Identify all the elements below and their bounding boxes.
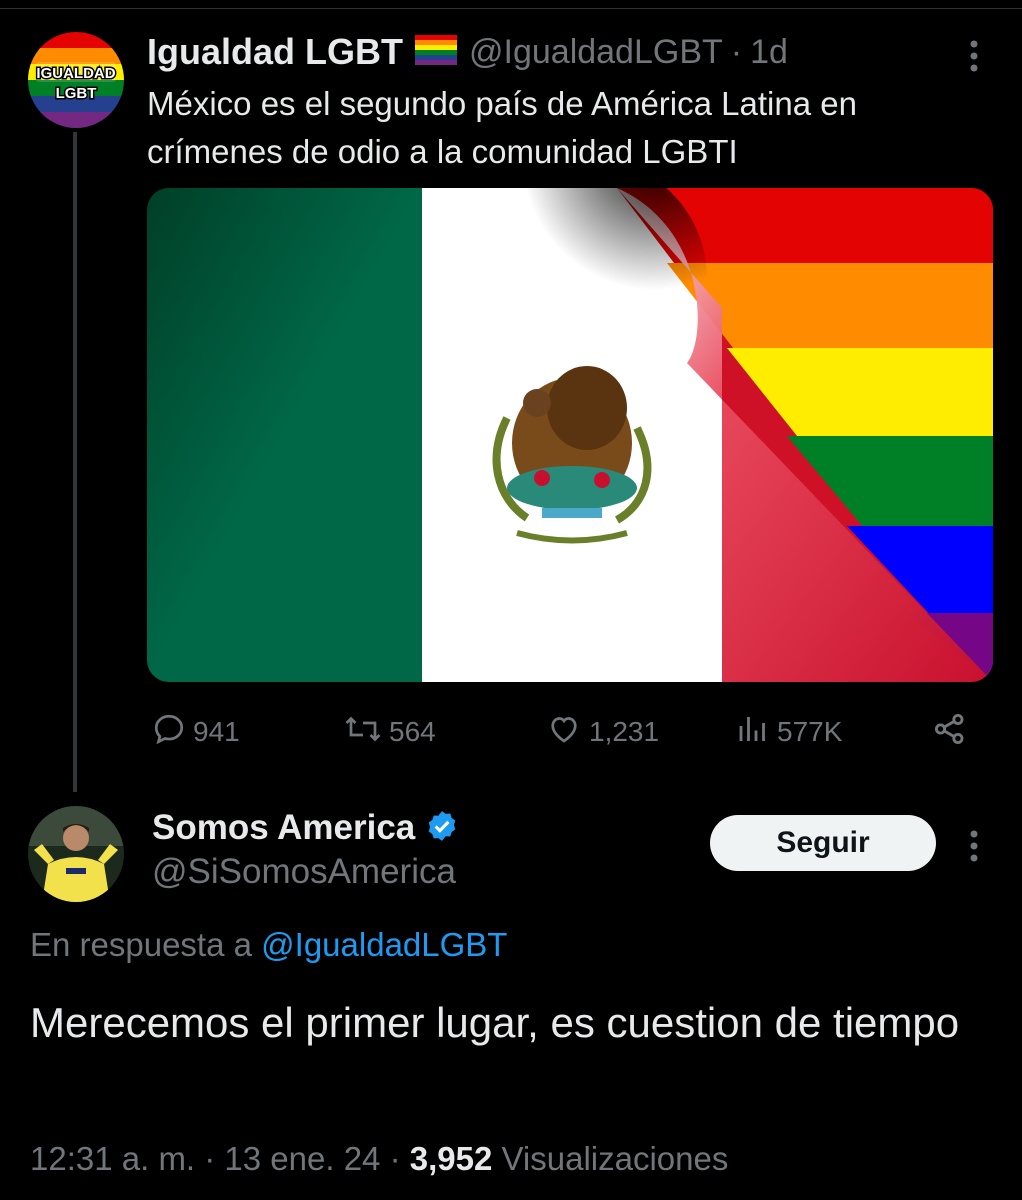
- reply-icon: [151, 711, 193, 754]
- tweet2-header: Somos America: [152, 806, 459, 850]
- reply-context: En respuesta a @IgualdadLGBT: [30, 926, 507, 964]
- retweet-count: 564: [389, 716, 436, 747]
- views-count: 577K: [777, 716, 843, 747]
- share-icon: [931, 710, 975, 755]
- avatar-somos-america[interactable]: [28, 806, 124, 902]
- views-icon: [735, 711, 777, 754]
- avatar-igualdad-lgbt[interactable]: IGUALDAD LGBT: [28, 32, 124, 128]
- separator-dot: ·: [730, 32, 743, 71]
- reply-count: 941: [193, 716, 240, 747]
- author-name[interactable]: Somos America: [152, 808, 415, 848]
- views-number: 3,952: [409, 1140, 493, 1177]
- reply-mention-link[interactable]: @IgualdadLGBT: [261, 926, 507, 963]
- thread-connector: [73, 132, 77, 792]
- tweet1-header: Igualdad LGBT @IgualdadLGBT · 1d: [147, 30, 788, 74]
- reply-prefix: En respuesta a: [30, 926, 252, 963]
- more-vertical-icon[interactable]: [962, 826, 986, 866]
- like-count: 1,231: [589, 716, 660, 747]
- tweet-image-mexico-pride-flag[interactable]: [147, 188, 993, 682]
- top-divider: [0, 8, 1022, 9]
- verified-badge-icon[interactable]: [425, 809, 459, 848]
- avatar-text-2: LGBT: [56, 85, 97, 102]
- views-button[interactable]: 577K: [735, 708, 842, 756]
- like-button[interactable]: 1,231: [545, 708, 659, 756]
- share-button[interactable]: [931, 708, 975, 756]
- heart-icon: [545, 711, 589, 754]
- views-label: Visualizaciones: [501, 1140, 729, 1177]
- author-name[interactable]: Igualdad LGBT: [147, 31, 403, 73]
- tweet1-text: México es el segundo país de América Lat…: [147, 85, 857, 170]
- author-handle[interactable]: @IgualdadLGBT: [469, 33, 723, 72]
- rainbow-flag-icon: [415, 34, 457, 70]
- tweet2-text: Merecemos el primer lugar, es cuestion d…: [30, 999, 960, 1046]
- reply-button[interactable]: 941: [151, 708, 240, 756]
- retweet-icon: [343, 711, 389, 754]
- retweet-button[interactable]: 564: [343, 708, 436, 756]
- tweet-metadata: 12:31 a. m. · 13 ene. 24 · 3,952 Visuali…: [30, 1140, 728, 1178]
- timestamp[interactable]: 12:31 a. m. · 13 ene. 24 ·: [30, 1140, 401, 1177]
- tweet1-action-bar: 941 564 1,231 577K: [147, 708, 993, 756]
- tweet-time[interactable]: 1d: [750, 33, 788, 72]
- avatar-text-1: IGUALDAD: [36, 65, 115, 82]
- follow-button[interactable]: Seguir: [710, 815, 936, 871]
- author-handle[interactable]: @SiSomosAmerica: [152, 852, 456, 892]
- more-vertical-icon[interactable]: [962, 36, 986, 76]
